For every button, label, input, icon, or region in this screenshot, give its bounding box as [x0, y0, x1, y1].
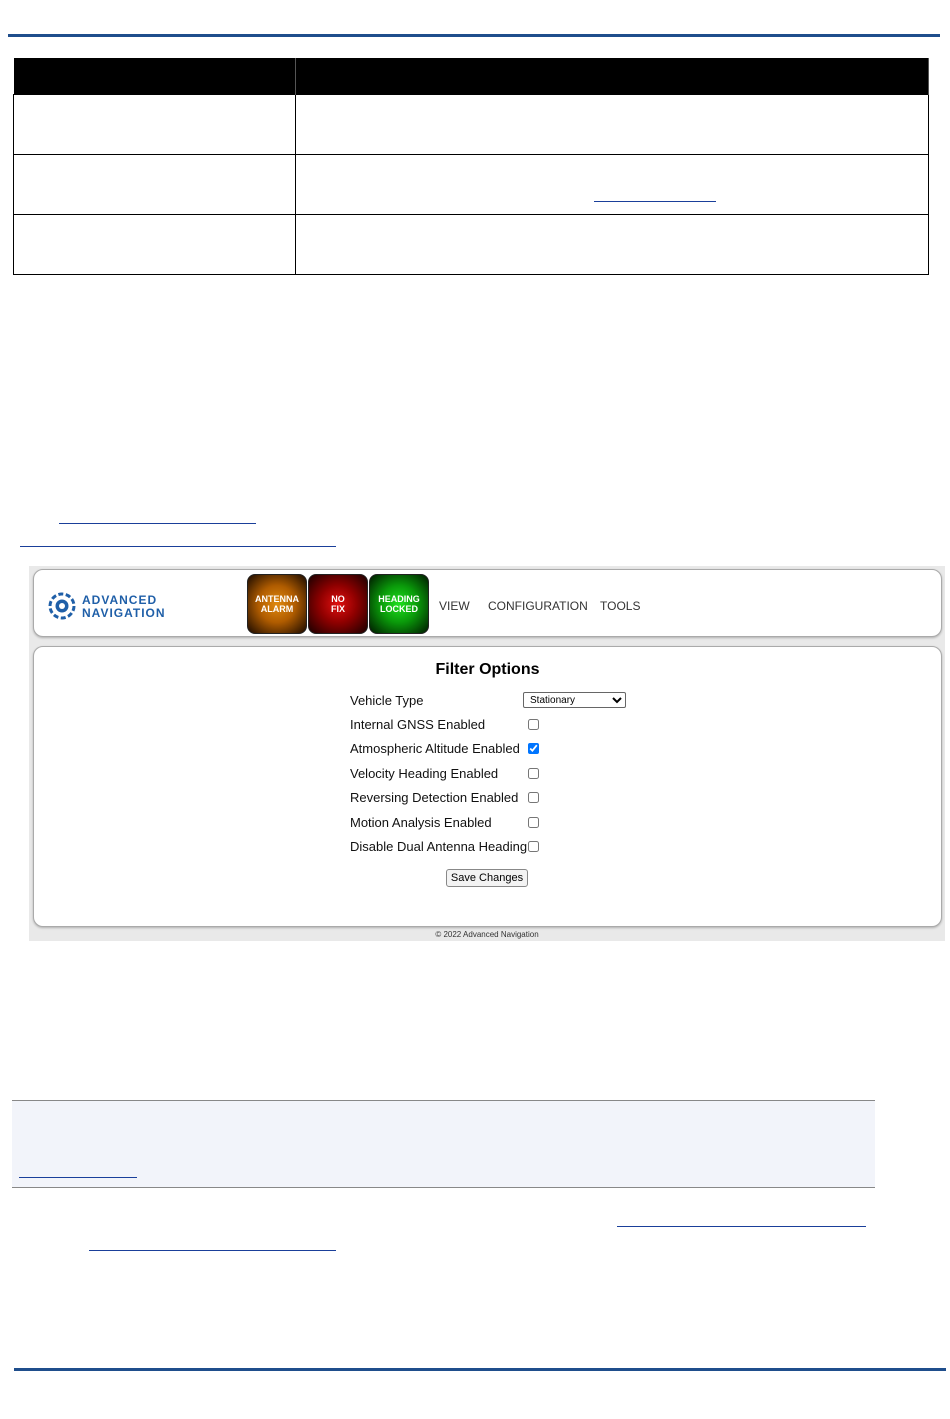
nav-configuration[interactable]: CONFIGURATION: [488, 599, 588, 613]
nav-tools[interactable]: TOOLS: [600, 599, 640, 613]
indicator-label: NO: [331, 594, 345, 604]
table-row: [13, 214, 929, 275]
indicator-label: LOCKED: [380, 604, 418, 614]
option-label: Motion Analysis Enabled: [350, 815, 492, 830]
note-link[interactable]: [19, 1177, 137, 1178]
option-label: Reversing Detection Enabled: [350, 790, 519, 805]
table-cell: [295, 214, 929, 275]
web-ui-screenshot: ADVANCED NAVIGATION ANTENNA ALARM NO FIX…: [29, 566, 945, 941]
indicator-label: FIX: [330, 604, 345, 614]
top-navbar: ADVANCED NAVIGATION ANTENNA ALARM NO FIX…: [33, 569, 942, 637]
logo-text-line1: ADVANCED: [82, 593, 158, 607]
table-cell: [13, 154, 296, 215]
disable-dual-antenna-checkbox[interactable]: [528, 841, 539, 852]
reversing-detection-checkbox[interactable]: [528, 792, 539, 803]
vehicle-type-select[interactable]: Stationary: [523, 692, 626, 708]
header-rule: [8, 34, 940, 37]
page-title: Filter Options: [435, 661, 540, 678]
table-row: [13, 154, 929, 215]
indicator-label: HEADING: [378, 594, 420, 604]
table-cell: [13, 94, 296, 155]
option-label: Disable Dual Antenna Heading: [350, 839, 528, 854]
table-cell: [295, 154, 929, 215]
logo-text-line2: NAVIGATION: [82, 606, 166, 620]
table-row: [13, 94, 929, 155]
option-label: Atmospheric Altitude Enabled: [350, 741, 520, 756]
indicator-label: ANTENNA: [255, 594, 299, 604]
option-label: Velocity Heading Enabled: [350, 766, 499, 781]
antenna-alarm-indicator: ANTENNA ALARM: [247, 574, 307, 634]
table-header-row: [13, 58, 929, 95]
doc-link[interactable]: [20, 546, 336, 547]
doc-link[interactable]: [59, 523, 256, 524]
vehicle-type-label: Vehicle Type: [350, 693, 424, 708]
copyright-footer: © 2022 Advanced Navigation: [435, 930, 539, 939]
doc-link[interactable]: [89, 1250, 336, 1251]
table-header-cell: [295, 58, 929, 95]
internal-gnss-checkbox[interactable]: [528, 719, 539, 730]
footer-rule: [14, 1368, 946, 1371]
logo[interactable]: ADVANCED NAVIGATION: [48, 590, 178, 620]
table-cell: [295, 94, 929, 155]
doc-link[interactable]: [617, 1226, 866, 1227]
table-cell: [13, 214, 296, 275]
no-fix-indicator: NO FIX: [308, 574, 368, 634]
heading-locked-indicator: HEADING LOCKED: [369, 574, 429, 634]
motion-analysis-checkbox[interactable]: [528, 817, 539, 828]
table-header-cell: [13, 58, 296, 95]
filter-options-panel: Filter Options Vehicle Type Stationary I…: [33, 646, 942, 927]
doc-table: [13, 58, 929, 275]
note-box: [12, 1100, 875, 1188]
velocity-heading-checkbox[interactable]: [528, 768, 539, 779]
nav-view[interactable]: VIEW: [439, 599, 470, 613]
option-label: Internal GNSS Enabled: [350, 717, 486, 732]
save-changes-button[interactable]: Save Changes: [446, 869, 528, 887]
atmospheric-altitude-checkbox[interactable]: [528, 743, 539, 754]
logo-icon: [48, 592, 76, 620]
table-cell-link[interactable]: [594, 201, 716, 202]
indicator-label: ALARM: [260, 604, 294, 614]
